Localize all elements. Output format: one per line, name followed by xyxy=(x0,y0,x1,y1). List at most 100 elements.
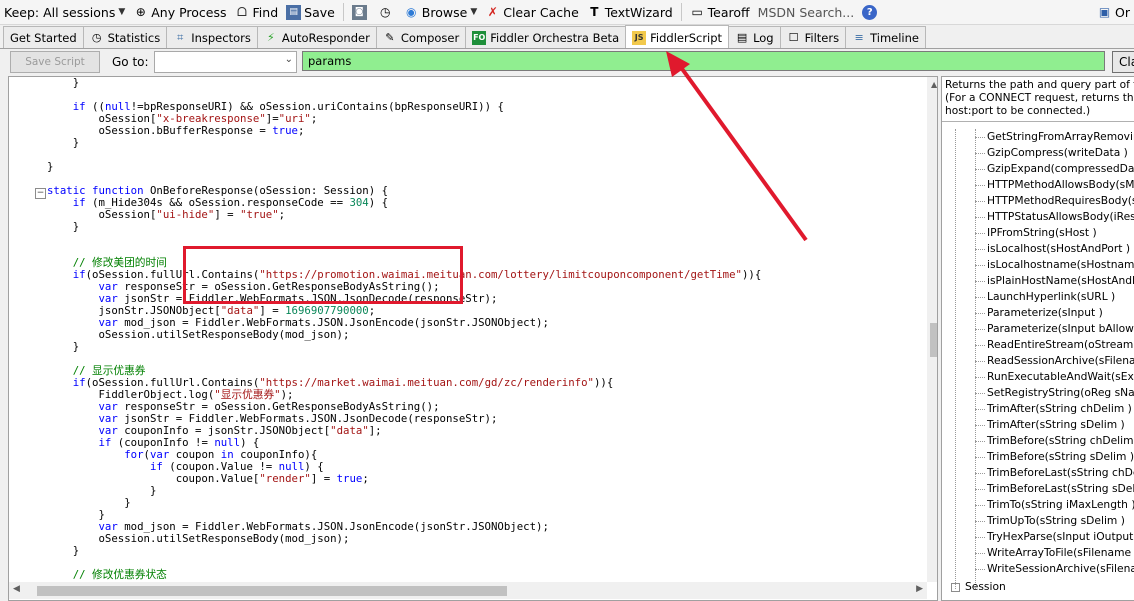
code-line: } xyxy=(47,76,80,89)
browse-button[interactable]: ◉ Browse ▼ xyxy=(400,1,481,23)
find-button[interactable]: ᗝ Find xyxy=(231,1,283,23)
tab-label: Statistics xyxy=(107,30,161,45)
tree-item[interactable]: RunExecutableAndWait(sExecu xyxy=(942,369,1134,385)
toolbar-divider xyxy=(342,3,344,21)
code-line: } xyxy=(47,160,54,173)
online-label: Or xyxy=(1115,4,1130,20)
tree-item[interactable]: SetRegistryString(oReg sName xyxy=(942,385,1134,401)
scroll-thumb[interactable] xyxy=(930,323,937,357)
tab-log[interactable]: ▤ Log xyxy=(728,26,781,48)
member-tree[interactable]: GetStringFromArrayRemovingBGzipCompress(… xyxy=(942,129,1134,577)
script-icon: JS xyxy=(632,30,647,45)
scroll-up-icon[interactable]: ▲ xyxy=(931,80,937,89)
tree-item[interactable]: HTTPMethodAllowsBody(sMeth xyxy=(942,177,1134,193)
code-line: } xyxy=(47,484,157,497)
msdn-search-field[interactable]: MSDN Search... xyxy=(754,1,859,23)
help-line: (For a CONNECT request, returns the xyxy=(945,92,1134,104)
tab-composer[interactable]: ✎ Composer xyxy=(375,26,467,48)
tree-item[interactable]: isLocalhostname(sHostname ) xyxy=(942,257,1134,273)
clear-cache-label: Clear Cache xyxy=(503,4,579,20)
tab-label: Get Started xyxy=(10,30,77,45)
tree-node-label: Session xyxy=(965,580,1006,593)
tree-item[interactable]: TryHexParse(sInput iOutput ) xyxy=(942,529,1134,545)
tree-item[interactable]: HTTPStatusAllowsBody(iRespo xyxy=(942,209,1134,225)
any-process-button[interactable]: ⊕ Any Process xyxy=(129,1,230,23)
tree-item[interactable]: Parameterize(sInput ) xyxy=(942,305,1134,321)
tree-item[interactable]: GetStringFromArrayRemovingB xyxy=(942,129,1134,145)
editor-gutter xyxy=(9,77,35,600)
screenshot-button[interactable]: ◙ xyxy=(348,1,374,23)
timer-button[interactable]: ◷ xyxy=(374,1,400,23)
textwizard-button[interactable]: T TextWizard xyxy=(583,1,677,23)
help-button[interactable]: ? xyxy=(858,1,884,23)
tree-item[interactable]: GzipCompress(writeData ) xyxy=(942,145,1134,161)
clear-button[interactable]: Cla xyxy=(1112,51,1134,73)
tree-item[interactable]: TrimUpTo(sString sDelim ) xyxy=(942,513,1134,529)
tab-autoresponder[interactable]: ⚡ AutoResponder xyxy=(256,26,377,48)
tab-filters[interactable]: ☐ Filters xyxy=(779,26,847,48)
goto-dropdown[interactable]: ⌄ xyxy=(154,51,297,73)
tree-item[interactable]: TrimAfter(sString chDelim ) xyxy=(942,401,1134,417)
help-icon: ? xyxy=(862,4,878,20)
expand-icon[interactable] xyxy=(951,582,960,592)
tree-item[interactable]: TrimBeforeLast(sString chDel xyxy=(942,465,1134,481)
code-line: } xyxy=(47,544,80,557)
tab-statistics[interactable]: ◷ Statistics xyxy=(82,26,168,48)
scroll-right-icon[interactable]: ▶ xyxy=(916,584,923,594)
tree-item[interactable]: HTTPMethodRequiresBody(sMe xyxy=(942,193,1134,209)
tree-item[interactable]: GzipExpand(compressedData ) xyxy=(942,161,1134,177)
crosshair-icon: ⊕ xyxy=(135,4,146,19)
save-button[interactable]: ▤ Save xyxy=(282,1,339,23)
save-script-button[interactable]: Save Script xyxy=(10,51,100,73)
tree-item[interactable]: WriteArrayToFile(sFilename ar xyxy=(942,545,1134,561)
code-area[interactable]: } if ((null!=bpResponseURI) && oSession.… xyxy=(47,77,927,593)
chevron-down-icon: ▼ xyxy=(118,7,126,17)
tree-item[interactable]: ReadEntireStream(oStream arr xyxy=(942,337,1134,353)
online-indicator[interactable]: ▣ Or xyxy=(1093,1,1134,23)
tab-fiddlerscript[interactable]: JS FiddlerScript xyxy=(625,25,730,48)
tree-item[interactable]: LaunchHyperlink(sURL ) xyxy=(942,289,1134,305)
fold-toggle-icon[interactable]: − xyxy=(35,188,46,199)
textwizard-icon: T xyxy=(590,4,599,19)
chevron-down-icon: ⌄ xyxy=(284,54,293,65)
tree-item[interactable]: isLocalhost(sHostAndPort ) xyxy=(942,241,1134,257)
floppy-disk-icon: ▤ xyxy=(286,4,302,20)
keep-sessions-dropdown[interactable]: Keep: All sessions ▼ xyxy=(0,1,129,23)
tab-inspectors[interactable]: ⌗ Inspectors xyxy=(166,26,258,48)
tree-item[interactable]: TrimBefore(sString chDelim ) xyxy=(942,433,1134,449)
tab-timeline[interactable]: ≡ Timeline xyxy=(845,26,926,48)
tree-item[interactable]: WriteSessionArchive(sFilenam xyxy=(942,561,1134,577)
keep-sessions-label: Keep: All sessions xyxy=(4,4,116,20)
search-input[interactable]: params xyxy=(302,51,1105,71)
tree-item[interactable]: IPFromString(sHost ) xyxy=(942,225,1134,241)
network-icon: ▣ xyxy=(1098,4,1111,19)
inspector-icon: ⌗ xyxy=(177,30,184,44)
tree-item[interactable]: TrimTo(sString iMaxLength ) xyxy=(942,497,1134,513)
tearoff-button[interactable]: ▭ Tearoff xyxy=(686,1,754,23)
clear-x-icon: ✗ xyxy=(487,4,498,19)
tree-item[interactable]: Parameterize(sInput bAllowSQ xyxy=(942,321,1134,337)
tab-label: AutoResponder xyxy=(281,30,370,45)
code-line: } xyxy=(47,496,131,509)
scroll-thumb[interactable] xyxy=(37,586,507,596)
tab-fiddler-orchestra[interactable]: FO Fiddler Orchestra Beta xyxy=(465,26,627,48)
tab-strip: Get Started ◷ Statistics ⌗ Inspectors ⚡ … xyxy=(0,25,1134,49)
code-editor[interactable]: − } if ((null!=bpResponseURI) && oSessio… xyxy=(8,76,938,601)
tree-item[interactable]: ReadSessionArchive(sFilenam xyxy=(942,353,1134,369)
msdn-search-label: MSDN Search... xyxy=(757,4,855,20)
tree-item[interactable]: TrimBeforeLast(sString sDelim xyxy=(942,481,1134,497)
binoculars-icon: ᗝ xyxy=(237,4,247,19)
scroll-left-icon[interactable]: ◀ xyxy=(13,584,20,594)
textwizard-label: TextWizard xyxy=(604,4,673,20)
window-icon: ▭ xyxy=(691,4,703,19)
tab-get-started[interactable]: Get Started xyxy=(3,26,84,48)
horizontal-scrollbar[interactable]: ◀ ▶ xyxy=(9,582,927,599)
vertical-scrollbar[interactable]: ▲ xyxy=(927,77,937,582)
tree-node-session[interactable]: Session xyxy=(951,580,1006,593)
tree-item[interactable]: isPlainHostName(sHostAndPort xyxy=(942,273,1134,289)
tree-item[interactable]: TrimBefore(sString sDelim ) xyxy=(942,449,1134,465)
clear-cache-button[interactable]: ✗ Clear Cache xyxy=(481,1,583,23)
tree-item[interactable]: TrimAfter(sString sDelim ) xyxy=(942,417,1134,433)
